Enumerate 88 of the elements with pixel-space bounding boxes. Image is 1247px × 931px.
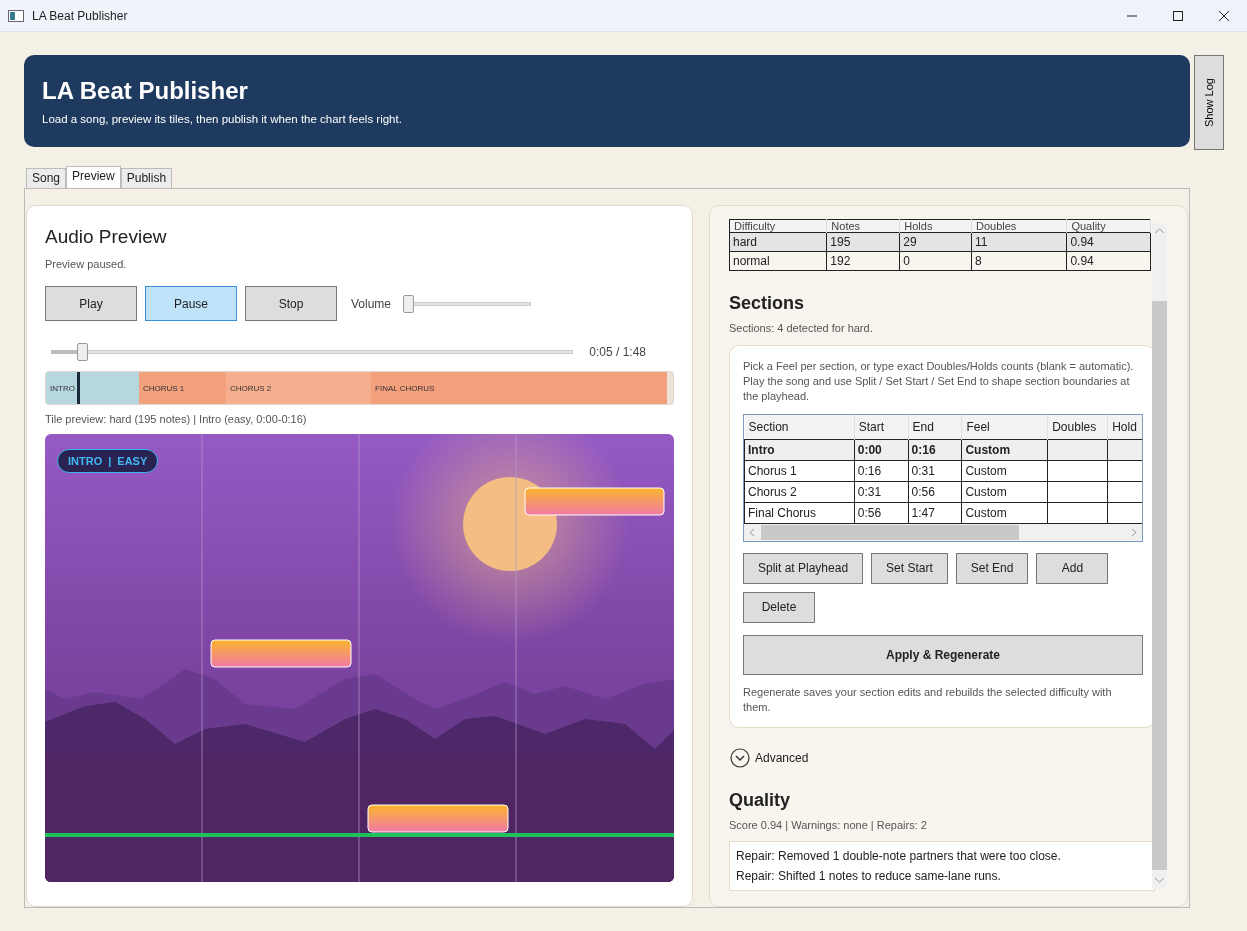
section-button[interactable]: Delete (743, 591, 815, 623)
column-header[interactable]: End (908, 415, 962, 439)
tab[interactable]: Publish (120, 168, 173, 188)
scroll-right-icon[interactable] (1130, 527, 1138, 537)
help-text: Pick a Feel per section, or type exact Doubles/Holds counts (blank = automatic). Play the song and use Split / Set Start / Set End to shape section boundaries at the playhead. (743, 359, 1135, 404)
section-button[interactable]: Set End (955, 552, 1029, 584)
table-cell[interactable]: 0:16 (908, 439, 962, 460)
section-timeline[interactable]: INTRO CHORUS 1 CHORUS 2 FINAL CHORUS (45, 371, 674, 405)
scrollbar-thumb[interactable] (761, 524, 1019, 540)
table-cell[interactable]: 1:47 (908, 502, 962, 523)
app-title: LA Beat Publisher (42, 77, 249, 105)
tab[interactable]: Song (26, 168, 67, 188)
table-cell[interactable]: 0.94 (1066, 232, 1151, 252)
volume-slider[interactable] (403, 294, 532, 313)
table-cell[interactable]: Chorus 1 (744, 460, 855, 481)
volume-label: Volume (351, 296, 392, 311)
note-text: Regenerate saves your section edits and rebuilds the selected difficulty with them. (743, 684, 1113, 715)
table-cell[interactable]: 0:16 (854, 460, 909, 481)
scroll-down-icon[interactable] (1154, 876, 1165, 884)
badge-difficulty: EASY (117, 455, 148, 467)
table-cell[interactable]: 0:56 (908, 481, 962, 502)
apply-regenerate-button[interactable]: Apply & Regenerate (743, 634, 1143, 675)
table-cell[interactable]: 11 (971, 232, 1067, 252)
section-button[interactable]: Split at Playhead (743, 552, 864, 584)
table-cell[interactable]: hard (729, 232, 827, 252)
table-cell[interactable]: 0:31 (854, 481, 909, 502)
column-header[interactable]: Start (854, 415, 909, 439)
badge-separator: | (108, 455, 112, 467)
table-cell[interactable]: 195 (826, 232, 900, 252)
close-icon[interactable] (1219, 10, 1229, 21)
column-header[interactable]: Difficulty (729, 219, 827, 233)
show-log-button[interactable]: Show Log (1194, 55, 1224, 150)
log-line: Repair: Removed 1 double-note partners that were too close. (736, 847, 1062, 865)
column-header[interactable]: Feel (961, 415, 1048, 439)
scroll-up-icon[interactable] (1154, 227, 1165, 235)
chevron-icon (730, 747, 750, 768)
table-cell[interactable]: 192 (826, 251, 900, 271)
column-header[interactable]: Hold (1107, 415, 1142, 439)
table-cell[interactable]: Chorus 2 (744, 481, 855, 502)
playback-button[interactable]: Play (45, 286, 137, 321)
slider-thumb[interactable] (76, 343, 88, 361)
section-heading: Audio Preview (45, 226, 168, 248)
timeline-segment[interactable]: INTRO (46, 372, 139, 404)
section-heading: Quality (729, 789, 791, 811)
app-icon (8, 9, 24, 22)
table-cell[interactable]: 29 (899, 232, 972, 252)
column-header[interactable]: Section (744, 415, 855, 439)
playback-button[interactable]: Stop (245, 286, 337, 321)
column-header[interactable]: Holds (899, 219, 972, 233)
section-heading: Sections (729, 293, 806, 314)
table-cell[interactable]: Intro (744, 439, 855, 460)
advanced-expander[interactable]: Advanced (730, 747, 809, 768)
sections-summary: Sections: 4 detected for hard. (729, 322, 874, 334)
column-header[interactable]: Notes (826, 219, 900, 233)
maximize-icon[interactable] (1173, 10, 1183, 21)
column-header[interactable]: Doubles (971, 219, 1067, 233)
table-cell[interactable]: Custom (961, 502, 1048, 523)
table-cell[interactable]: 0.94 (1066, 251, 1151, 271)
table-cell[interactable]: Custom (961, 439, 1048, 460)
timeline-segment[interactable]: FINAL CHORUS (371, 372, 668, 404)
timeline-segment[interactable]: CHORUS 2 (225, 372, 372, 404)
badge-section: INTRO (68, 455, 103, 467)
table-cell[interactable]: Custom (961, 460, 1048, 481)
table-cell[interactable]: 0:00 (854, 439, 909, 460)
table-cell[interactable]: 0 (899, 251, 972, 271)
quality-summary: Score 0.94 | Warnings: none | Repairs: 2 (729, 818, 928, 831)
table-cell[interactable]: normal (729, 251, 827, 271)
section-button[interactable]: Add (1036, 552, 1109, 584)
column-header[interactable]: Doubles (1047, 415, 1108, 439)
table-cell[interactable]: 8 (971, 251, 1067, 271)
seek-slider[interactable] (51, 343, 574, 361)
slider-thumb[interactable] (403, 294, 415, 313)
scroll-left-icon[interactable] (748, 527, 756, 537)
tile-preview-caption: Tile preview: hard (195 notes) | Intro (easy, 0:00-0:16) (45, 413, 308, 425)
table-cell[interactable]: Custom (961, 481, 1048, 502)
app-subtitle: Load a song, preview its tiles, then publish it when the chart feels right. (42, 113, 403, 125)
column-header[interactable]: Quality (1066, 219, 1151, 233)
window-title: LA Beat Publisher (32, 8, 129, 23)
status-text: Preview paused. (45, 258, 128, 270)
table-cell[interactable]: 0:56 (854, 502, 909, 523)
section-button[interactable]: Set Start (871, 552, 948, 584)
table-cell[interactable]: Final Chorus (744, 502, 855, 523)
timeline-segment[interactable]: CHORUS 1 (138, 372, 226, 404)
tab[interactable]: Preview (66, 166, 121, 188)
playback-button[interactable]: Pause (145, 286, 237, 321)
log-line: Repair: Shifted 1 notes to reduce same-lane runs. (736, 867, 1002, 885)
table-cell[interactable]: 0:31 (908, 460, 962, 481)
time-readout: 0:05 / 1:48 (589, 345, 646, 359)
